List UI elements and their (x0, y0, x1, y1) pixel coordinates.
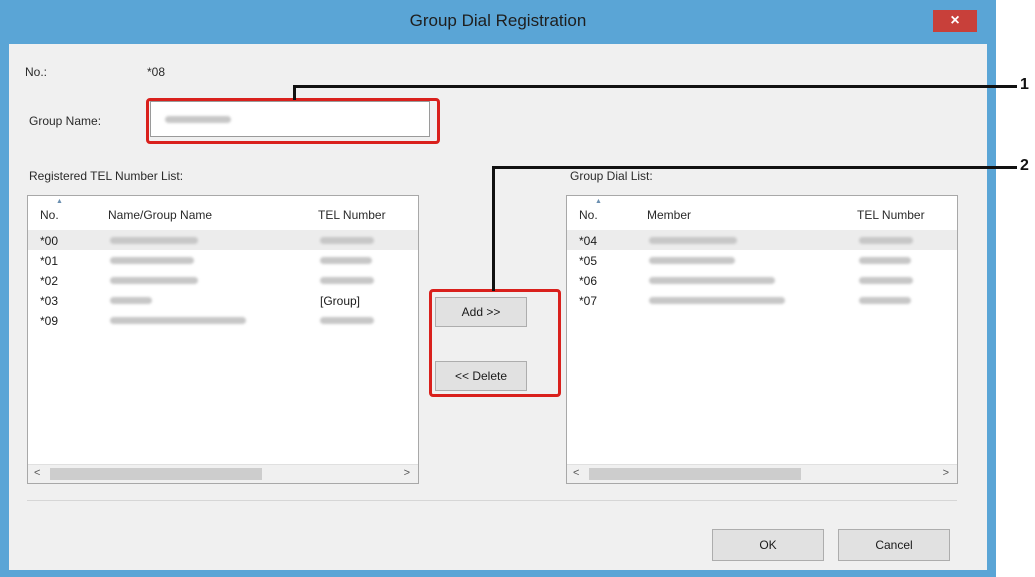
callout-line-2 (492, 166, 1017, 169)
member-redacted (649, 297, 785, 304)
group-name-label: Group Name: (29, 114, 102, 128)
close-button[interactable]: × (933, 10, 977, 32)
name-redacted (110, 257, 194, 264)
table-row[interactable]: *03 [Group] (28, 290, 418, 310)
scroll-left-icon[interactable]: < (573, 467, 579, 479)
group-list-header: ▲ No. Member TEL Number (567, 196, 957, 226)
sort-ascending-icon: ▲ (595, 198, 602, 205)
table-row[interactable]: *07 (567, 290, 957, 310)
row-no: *05 (579, 254, 598, 268)
tel-redacted (859, 237, 913, 244)
sort-ascending-icon: ▲ (56, 198, 63, 205)
tel-redacted (320, 257, 372, 264)
registered-tel-list[interactable]: ▲ No. Name/Group Name TEL Number *00 *01… (27, 195, 419, 484)
no-value: *08 (147, 65, 166, 79)
row-no: *03 (40, 294, 59, 308)
footer-divider (27, 500, 957, 501)
tel-redacted (320, 237, 374, 244)
scroll-right-icon[interactable]: > (404, 467, 410, 479)
cancel-button[interactable]: Cancel (838, 529, 950, 561)
row-no: *09 (40, 314, 59, 328)
member-redacted (649, 277, 775, 284)
table-row[interactable]: *02 (28, 270, 418, 290)
group-dial-list-label: Group Dial List: (570, 169, 653, 183)
scroll-left-icon[interactable]: < (34, 467, 40, 479)
col-tel[interactable]: TEL Number (857, 208, 925, 222)
tel-redacted (859, 297, 911, 304)
scroll-thumb[interactable] (589, 468, 801, 480)
name-redacted (110, 317, 246, 324)
ok-button[interactable]: OK (712, 529, 824, 561)
row-no: *02 (40, 274, 59, 288)
callout-number-1: 1 (1020, 76, 1029, 93)
registered-list-label: Registered TEL Number List: (29, 169, 184, 183)
col-member[interactable]: Member (647, 208, 691, 222)
col-no[interactable]: No. (40, 208, 59, 222)
tel-redacted (859, 277, 913, 284)
highlight-box-group-name (146, 98, 440, 144)
member-redacted (649, 237, 737, 244)
row-no: *00 (40, 234, 59, 248)
callout-line-1-drop (293, 85, 296, 100)
window-title: Group Dial Registration (409, 11, 587, 30)
row-no: *07 (579, 294, 598, 308)
row-no: *04 (579, 234, 598, 248)
callout-line-1 (293, 85, 1017, 88)
highlight-box-buttons (429, 289, 561, 397)
table-row[interactable]: *00 (28, 230, 418, 250)
tel-redacted (859, 257, 911, 264)
row-no: *01 (40, 254, 59, 268)
row-tel: [Group] (320, 294, 361, 308)
group-dial-list[interactable]: ▲ No. Member TEL Number *04 *05 *06 *07 … (566, 195, 958, 484)
table-row[interactable]: *05 (567, 250, 957, 270)
member-redacted (649, 257, 735, 264)
name-redacted (110, 237, 198, 244)
table-row[interactable]: *04 (567, 230, 957, 250)
group-list-scrollbar[interactable]: < > (567, 464, 957, 483)
tel-redacted (320, 317, 374, 324)
close-icon: × (950, 12, 960, 29)
table-row[interactable]: *06 (567, 270, 957, 290)
name-redacted (110, 277, 198, 284)
row-no: *06 (579, 274, 598, 288)
scroll-thumb[interactable] (50, 468, 262, 480)
tel-redacted (320, 277, 374, 284)
table-row[interactable]: *01 (28, 250, 418, 270)
col-no[interactable]: No. (579, 208, 598, 222)
table-row[interactable]: *09 (28, 310, 418, 330)
col-tel[interactable]: TEL Number (318, 208, 386, 222)
name-redacted (110, 297, 152, 304)
callout-number-2: 2 (1020, 157, 1029, 174)
registered-list-scrollbar[interactable]: < > (28, 464, 418, 483)
callout-line-2-drop (492, 166, 495, 291)
title-bar: Group Dial Registration × (0, 0, 996, 42)
registered-list-header: ▲ No. Name/Group Name TEL Number (28, 196, 418, 226)
no-label: No.: (25, 65, 48, 79)
col-name[interactable]: Name/Group Name (108, 208, 212, 222)
scroll-right-icon[interactable]: > (943, 467, 949, 479)
